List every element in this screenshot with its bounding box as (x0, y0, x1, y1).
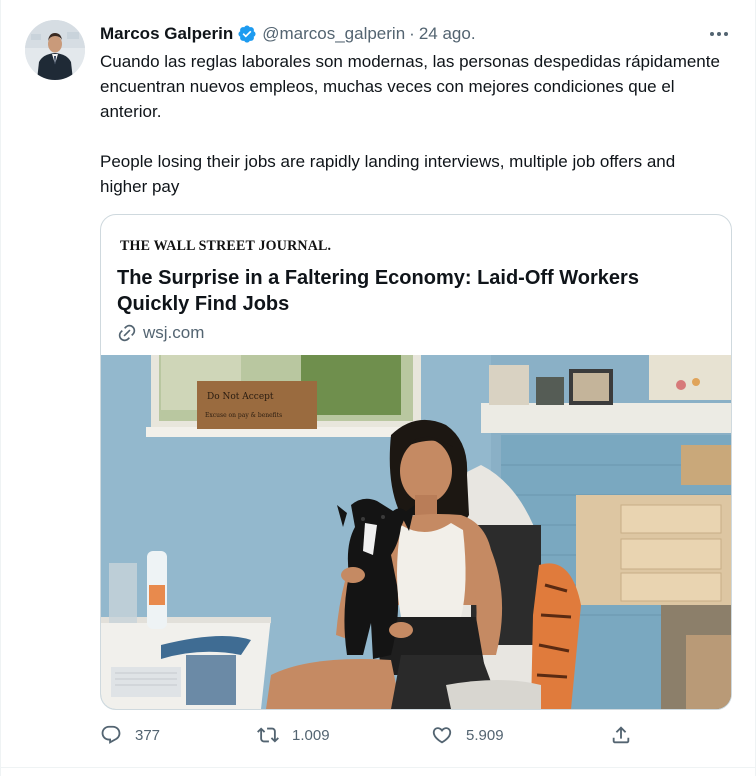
heart-icon (432, 727, 452, 744)
sign-text-1: Do Not Accept (207, 392, 274, 402)
card-title[interactable]: The Surprise in a Faltering Economy: Lai… (117, 265, 715, 317)
author-name[interactable]: Marcos Galperin (100, 24, 233, 44)
share-icon (612, 726, 630, 744)
separator-dot: · (409, 24, 415, 43)
sign-text-2: Excuse on pay & benefits (205, 412, 282, 419)
tweet-header: Marcos Galperin @marcos_galperin · 24 ag… (100, 22, 735, 46)
author-handle[interactable]: @marcos_galperin (262, 24, 405, 44)
avatar-photo (25, 20, 85, 80)
retweet-icon (257, 727, 279, 743)
action-bar: 377 1.009 5.909 (100, 724, 732, 754)
link-card[interactable]: THE WALL STREET JOURNAL. The Surprise in… (100, 214, 732, 710)
reply-count: 377 (135, 726, 161, 744)
reply-icon (101, 725, 121, 744)
verified-badge-icon (237, 24, 257, 44)
tweet-text-english: People losing their jobs are rapidly lan… (100, 152, 676, 196)
link-icon (117, 323, 137, 343)
like-button[interactable]: 5.909 (431, 724, 504, 746)
retweet-count: 1.009 (292, 726, 330, 744)
retweet-button[interactable]: 1.009 (257, 724, 330, 746)
reply-button[interactable]: 377 (100, 724, 160, 746)
tweet-date[interactable]: 24 ago. (419, 24, 476, 44)
tweet-divider (1, 767, 755, 768)
share-button[interactable] (610, 724, 632, 746)
publisher-logo: THE WALL STREET JOURNAL. (120, 238, 332, 255)
tweet: Marcos Galperin @marcos_galperin · 24 ag… (0, 0, 756, 776)
like-count: 5.909 (466, 726, 504, 744)
tweet-text: Cuando las reglas laborales son modernas… (100, 49, 720, 199)
card-header: THE WALL STREET JOURNAL. The Surprise in… (101, 215, 731, 355)
card-domain: wsj.com (117, 323, 715, 343)
card-domain-text: wsj.com (143, 323, 205, 342)
tweet-text-spanish: Cuando las reglas laborales son modernas… (100, 52, 720, 121)
more-dots-icon[interactable] (707, 26, 731, 42)
article-image: Do Not Accept Excuse on pay & benefits (101, 355, 731, 709)
avatar[interactable] (25, 20, 85, 80)
